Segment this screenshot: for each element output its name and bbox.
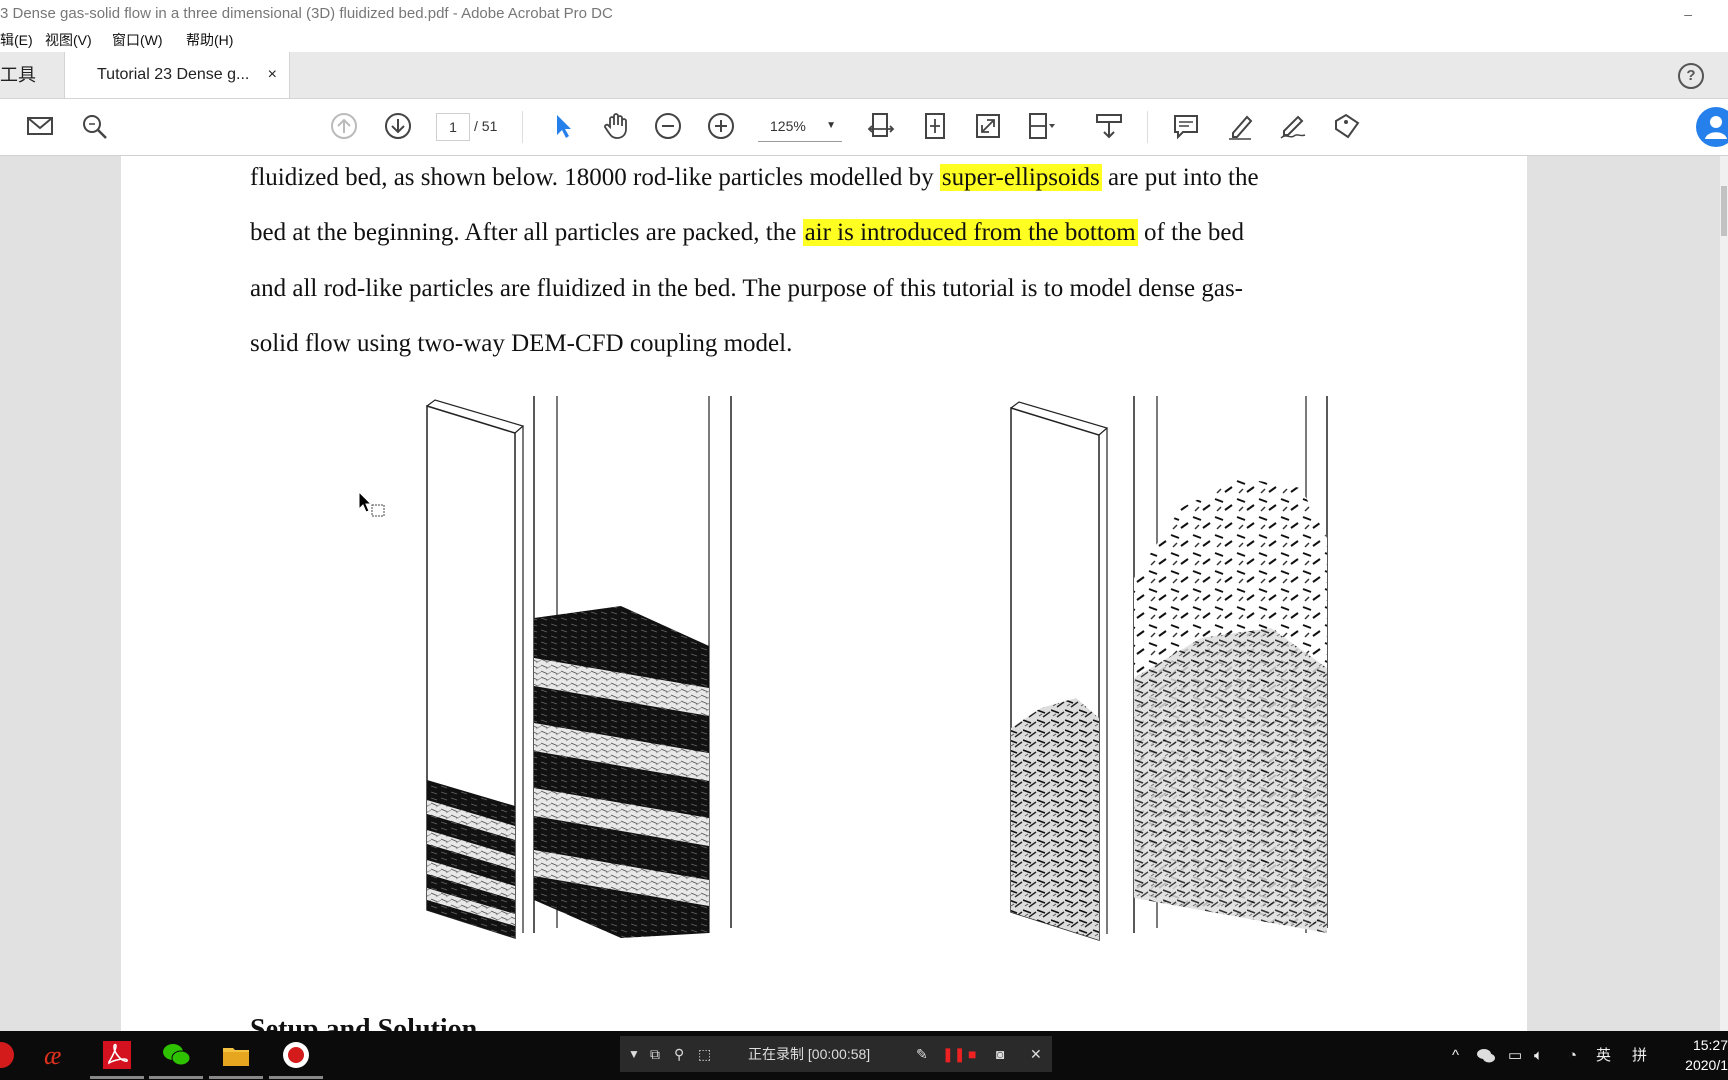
text-line: and all rod-like particles are fluidized…: [250, 271, 1243, 307]
comment-icon[interactable]: [1171, 111, 1201, 141]
chevron-down-icon: ▼: [826, 120, 836, 131]
text-segment: fluidized bed, as shown below. 18000 rod…: [250, 164, 940, 191]
text-segment: bed at the beginning. After all particle…: [250, 219, 803, 246]
stamp-icon[interactable]: [1331, 111, 1361, 141]
camera-icon[interactable]: ◙: [996, 1036, 1004, 1072]
highlight-icon[interactable]: [1225, 111, 1255, 141]
system-clock[interactable]: 15:27 2020/1: [1672, 1035, 1728, 1075]
search-icon[interactable]: [79, 111, 109, 141]
window-title-bar: 3 Dense gas-solid flow in a three dimens…: [0, 0, 1728, 28]
menu-edit[interactable]: 辑(E): [0, 28, 33, 52]
section-heading: Setup and Solution: [250, 1014, 478, 1031]
tab-bar: 工具 Tutorial 23 Dense g... × ?: [0, 52, 1728, 99]
highlight-annotation[interactable]: super-ellipsoids: [939, 164, 1102, 191]
text-segment: and all rod-like particles are fluidized…: [250, 275, 1244, 302]
zoom-value: 125%: [770, 118, 806, 134]
menu-bar: 辑(E) 视图(V) 窗口(W) 帮助(H): [0, 28, 1728, 52]
bed-fluidized-small: [1010, 401, 1109, 942]
tab-tools[interactable]: 工具: [0, 52, 36, 98]
window-mode-icon[interactable]: ⧉: [650, 1036, 660, 1072]
next-page-icon[interactable]: [383, 111, 413, 141]
pause-icon[interactable]: ❚❚: [942, 1036, 965, 1072]
tab-document-label: Tutorial 23 Dense g...: [97, 66, 250, 83]
page-total: / 51: [474, 118, 498, 134]
bed-packed-zoom: [533, 396, 732, 938]
fullscreen-icon[interactable]: [973, 111, 1003, 141]
menu-help[interactable]: 帮助(H): [186, 28, 233, 52]
bed-packed-small: [426, 399, 525, 940]
minimize-button[interactable]: –: [1684, 0, 1692, 28]
hand-icon[interactable]: [601, 111, 631, 141]
zoom-select[interactable]: 125% ▼: [758, 111, 842, 142]
wechat-icon[interactable]: [149, 1040, 203, 1079]
wechat-tray-icon[interactable]: [1476, 1031, 1496, 1080]
vertical-scrollbar[interactable]: [1720, 156, 1728, 1031]
pdf-page: fluidized bed, as shown below. 18000 rod…: [121, 156, 1527, 1031]
text-segment: solid flow using two-way DEM-CFD couplin…: [250, 330, 793, 357]
acrobat-icon[interactable]: [90, 1040, 144, 1079]
fit-page-icon[interactable]: [920, 111, 950, 141]
select-cursor-icon[interactable]: [548, 111, 578, 141]
taskbar: æ ▼ ⧉ ⚲ ⬚ 正在录制 [00:00:58] ✎ ❚❚ ■ ◙ ✕ ^ ▭…: [0, 1031, 1728, 1080]
sign-icon[interactable]: [1278, 111, 1308, 141]
recording-status: 正在录制 [00:00:58]: [748, 1046, 871, 1062]
magnifier-icon[interactable]: ⚲: [674, 1036, 684, 1072]
file-explorer-icon[interactable]: [209, 1040, 263, 1079]
text-segment: are put into the: [1101, 164, 1259, 191]
scroll-icon[interactable]: [1094, 111, 1124, 141]
window-title: 3 Dense gas-solid flow in a three dimens…: [0, 5, 613, 22]
text-segment: of the bed: [1137, 219, 1244, 246]
text-line: bed at the beginning. After all particle…: [250, 215, 1244, 251]
mail-icon[interactable]: [25, 111, 55, 141]
clock-time: 15:27: [1692, 1037, 1728, 1053]
clock-date: 2020/1: [1685, 1057, 1728, 1073]
chevron-down-icon[interactable]: ▼: [628, 1036, 640, 1072]
ime-mode[interactable]: 拼: [1632, 1031, 1647, 1080]
tray-chevron-icon[interactable]: ^: [1452, 1031, 1459, 1080]
highlight-annotation[interactable]: air is introduced from the bottom: [802, 219, 1138, 246]
mouse-cursor-icon: [358, 491, 385, 517]
document-viewport[interactable]: fluidized bed, as shown below. 18000 rod…: [0, 156, 1728, 1031]
zoom-in-icon[interactable]: [706, 111, 736, 141]
battery-icon[interactable]: ▭: [1508, 1031, 1522, 1080]
fit-width-icon[interactable]: [866, 111, 896, 141]
bed-fluidized-zoom: [1133, 396, 1328, 933]
scrollbar-thumb[interactable]: [1721, 186, 1727, 236]
screen-recorder-icon[interactable]: [0, 1040, 16, 1070]
svg-text:æ: æ: [44, 1041, 61, 1070]
share-user-button[interactable]: [1696, 107, 1728, 147]
wifi-icon[interactable]: ◔: [1568, 1031, 1577, 1080]
adobe-ae-icon[interactable]: æ: [42, 1040, 72, 1070]
prev-page-icon[interactable]: [329, 111, 359, 141]
recording-toolbar: ▼ ⧉ ⚲ ⬚ 正在录制 [00:00:58] ✎ ❚❚ ■ ◙ ✕: [620, 1036, 1052, 1072]
text-line: fluidized bed, as shown below. 18000 rod…: [250, 160, 1259, 196]
zoom-out-icon[interactable]: [653, 111, 683, 141]
text-line: solid flow using two-way DEM-CFD couplin…: [250, 326, 792, 362]
ime-language[interactable]: 英: [1596, 1031, 1611, 1080]
menu-view[interactable]: 视图(V): [45, 28, 92, 52]
stop-icon[interactable]: ■: [968, 1036, 976, 1072]
toolbar-divider: [522, 111, 523, 143]
page-display-icon[interactable]: [1026, 111, 1056, 141]
record-icon[interactable]: [269, 1040, 323, 1079]
volume-icon[interactable]: 🔈︎: [1534, 1031, 1543, 1080]
tab-document[interactable]: Tutorial 23 Dense g... ×: [64, 52, 290, 98]
region-icon[interactable]: ⬚: [698, 1036, 711, 1072]
close-tab-icon[interactable]: ×: [268, 52, 277, 98]
fluidized-bed-figure: [426, 396, 1328, 942]
toolbar-divider: [1147, 111, 1148, 143]
help-icon[interactable]: ?: [1678, 63, 1704, 89]
menu-window[interactable]: 窗口(W): [112, 28, 163, 52]
toolbar: 1 / 51 125% ▼: [0, 99, 1728, 156]
page-number-input[interactable]: 1: [436, 113, 470, 141]
pen-icon[interactable]: ✎: [916, 1036, 928, 1072]
close-icon[interactable]: ✕: [1030, 1036, 1042, 1072]
